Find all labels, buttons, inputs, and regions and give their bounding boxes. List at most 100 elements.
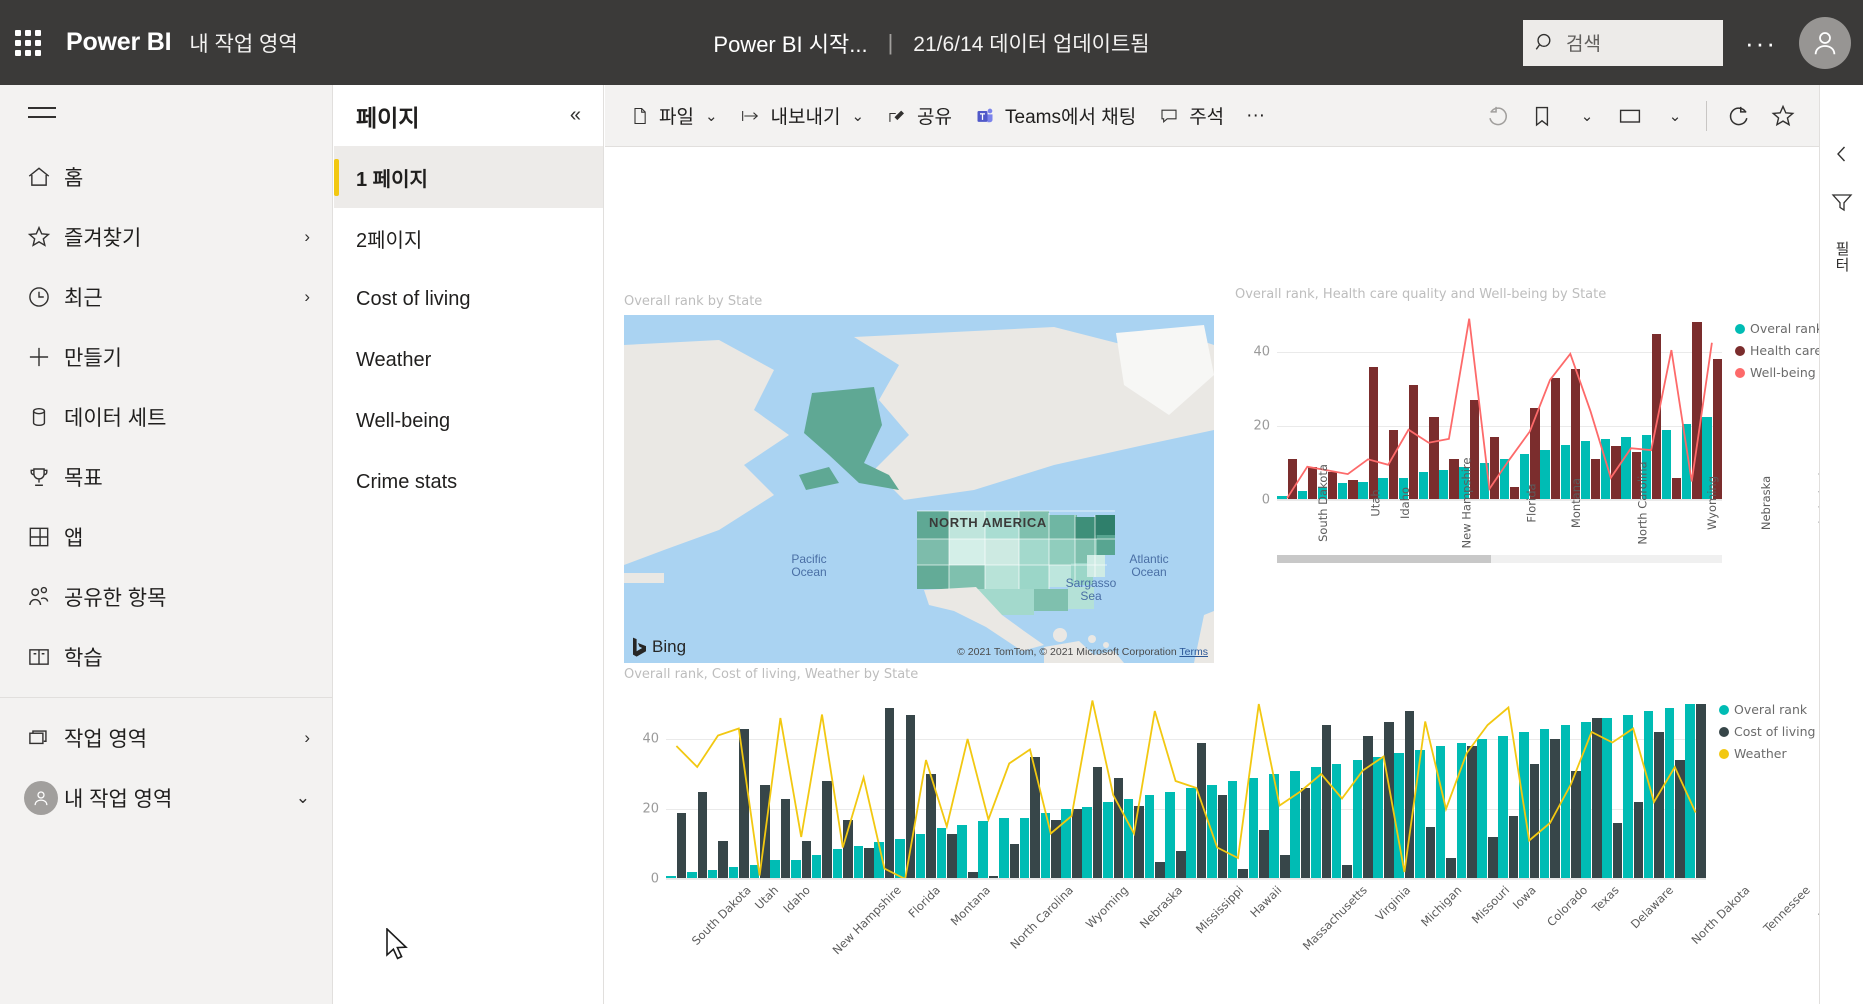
bar-group[interactable] bbox=[1269, 697, 1290, 879]
bar-group[interactable] bbox=[1040, 697, 1061, 879]
bar[interactable] bbox=[1196, 742, 1207, 879]
bar-group[interactable] bbox=[1082, 697, 1103, 879]
x-axis-label[interactable]: Massachusetts bbox=[1275, 883, 1370, 953]
bar-group[interactable] bbox=[749, 697, 770, 879]
x-axis-label[interactable]: Wyoming bbox=[1067, 883, 1130, 931]
bar[interactable] bbox=[697, 791, 708, 879]
view-button[interactable] bbox=[1608, 94, 1652, 138]
bar-group[interactable] bbox=[1373, 697, 1394, 879]
bar[interactable] bbox=[1155, 861, 1165, 879]
bar[interactable] bbox=[1342, 865, 1352, 879]
bar[interactable] bbox=[1621, 437, 1631, 500]
bar[interactable] bbox=[1449, 459, 1459, 500]
bar-group[interactable] bbox=[1499, 315, 1520, 500]
bar-group[interactable] bbox=[832, 697, 853, 879]
page-item[interactable]: Well-being bbox=[334, 391, 603, 452]
page-item[interactable]: Cost of living bbox=[334, 269, 603, 330]
sidebar-item-create[interactable]: 만들기 bbox=[0, 327, 332, 387]
bar-group[interactable] bbox=[1702, 315, 1722, 500]
bar[interactable] bbox=[1123, 798, 1134, 879]
bar-group[interactable] bbox=[1394, 697, 1415, 879]
bar-group[interactable] bbox=[1378, 315, 1399, 500]
sidebar-item-my-workspace[interactable]: 내 작업 영역 ⌄ bbox=[0, 768, 332, 828]
app-launcher-button[interactable] bbox=[0, 29, 56, 56]
bar[interactable] bbox=[1227, 781, 1238, 879]
bar[interactable] bbox=[1695, 704, 1706, 879]
bar[interactable] bbox=[1591, 459, 1601, 500]
bar[interactable] bbox=[1550, 739, 1560, 879]
bing-map[interactable]: NORTH AMERICA Pacific Ocean Atlantic Oce… bbox=[624, 315, 1214, 663]
bar-group[interactable] bbox=[1580, 315, 1601, 500]
bar-group[interactable] bbox=[1186, 697, 1207, 879]
bar[interactable] bbox=[1051, 819, 1061, 879]
x-axis-label[interactable]: Mississippi bbox=[1786, 472, 1819, 533]
page-item[interactable]: 1 페이지 bbox=[334, 147, 603, 208]
reset-button[interactable] bbox=[1476, 94, 1520, 138]
bar[interactable] bbox=[1300, 788, 1311, 879]
nav-collapse-button[interactable] bbox=[0, 85, 70, 147]
bar[interactable] bbox=[1560, 725, 1571, 879]
bar-group[interactable] bbox=[1682, 315, 1702, 500]
bar[interactable] bbox=[1499, 459, 1510, 500]
sidebar-item-favorites[interactable]: 즐겨찾기 › bbox=[0, 207, 332, 267]
legend-item[interactable]: Overal rank bbox=[1735, 321, 1819, 336]
bar[interactable] bbox=[1633, 802, 1644, 879]
bar[interactable] bbox=[947, 833, 957, 879]
health-wellbeing-legend[interactable]: Overal rank Health care quality Well-being bbox=[1735, 321, 1819, 380]
export-menu-button[interactable]: 내보내기 ⌄ bbox=[729, 94, 876, 138]
bar-group[interactable] bbox=[1290, 697, 1311, 879]
sidebar-item-recent[interactable]: 최근 › bbox=[0, 267, 332, 327]
x-axis-label[interactable]: Florida bbox=[1505, 483, 1544, 522]
bar-group[interactable] bbox=[1331, 697, 1353, 879]
bar[interactable] bbox=[1446, 858, 1456, 879]
refresh-button[interactable] bbox=[1717, 94, 1761, 138]
bar-group[interactable] bbox=[1560, 315, 1581, 500]
bar[interactable] bbox=[1259, 830, 1269, 879]
bar[interactable] bbox=[905, 714, 916, 879]
bar[interactable] bbox=[1467, 746, 1477, 879]
filters-button[interactable] bbox=[1827, 191, 1857, 213]
health-wellbeing-plot[interactable]: 0 20 40 bbox=[1253, 315, 1722, 508]
bar[interactable] bbox=[1072, 809, 1082, 879]
pages-collapse-button[interactable]: « bbox=[570, 104, 581, 127]
legend-item[interactable]: Well-being bbox=[1735, 365, 1819, 380]
bar[interactable] bbox=[1581, 721, 1591, 879]
legend-item[interactable]: Weather bbox=[1719, 746, 1815, 761]
bookmarks-button[interactable] bbox=[1520, 94, 1564, 138]
bar-group[interactable] bbox=[1418, 315, 1439, 500]
bar-group[interactable] bbox=[1165, 697, 1186, 879]
bar-group[interactable] bbox=[1352, 697, 1373, 879]
bar[interactable] bbox=[1348, 479, 1358, 500]
file-menu-button[interactable]: 파일 ⌄ bbox=[619, 94, 729, 138]
x-axis-label[interactable]: Wyoming bbox=[1678, 476, 1732, 530]
view-chevron[interactable]: ⌄ bbox=[1652, 94, 1696, 138]
header-workspace-name[interactable]: 내 작업 영역 bbox=[189, 28, 297, 58]
bar[interactable] bbox=[1061, 809, 1072, 879]
bar-group[interactable] bbox=[936, 697, 957, 879]
bar[interactable] bbox=[1269, 774, 1279, 879]
bar[interactable] bbox=[1383, 721, 1394, 879]
bar-group[interactable] bbox=[1227, 697, 1249, 879]
bar[interactable] bbox=[1456, 742, 1467, 879]
bar-group[interactable] bbox=[1661, 315, 1682, 500]
bar-group[interactable] bbox=[1123, 697, 1145, 879]
bar[interactable] bbox=[1602, 718, 1612, 879]
bar-group[interactable] bbox=[1277, 315, 1297, 500]
bar[interactable] bbox=[1685, 704, 1695, 879]
powerbi-brand-link[interactable]: Power BI bbox=[66, 28, 172, 57]
bar[interactable] bbox=[999, 817, 1009, 879]
costofliving-weather-visual[interactable]: Overall rank, Cost of living, Weather by… bbox=[624, 667, 1819, 997]
bar[interactable] bbox=[884, 707, 895, 879]
sidebar-item-shared[interactable]: 공유한 항목 bbox=[0, 567, 332, 627]
bar[interactable] bbox=[1498, 735, 1508, 879]
bar[interactable] bbox=[822, 781, 833, 879]
bar[interactable] bbox=[1591, 718, 1602, 879]
bar[interactable] bbox=[1661, 429, 1672, 500]
bar[interactable] bbox=[1664, 707, 1675, 879]
bar-group[interactable] bbox=[1297, 315, 1318, 500]
sidebar-item-datasets[interactable]: 데이터 세트 bbox=[0, 387, 332, 447]
bar[interactable] bbox=[874, 842, 884, 879]
bar[interactable] bbox=[1186, 788, 1196, 879]
teams-chat-button[interactable]: Teams에서 채팅 bbox=[963, 94, 1147, 138]
bar-group[interactable] bbox=[874, 697, 895, 879]
